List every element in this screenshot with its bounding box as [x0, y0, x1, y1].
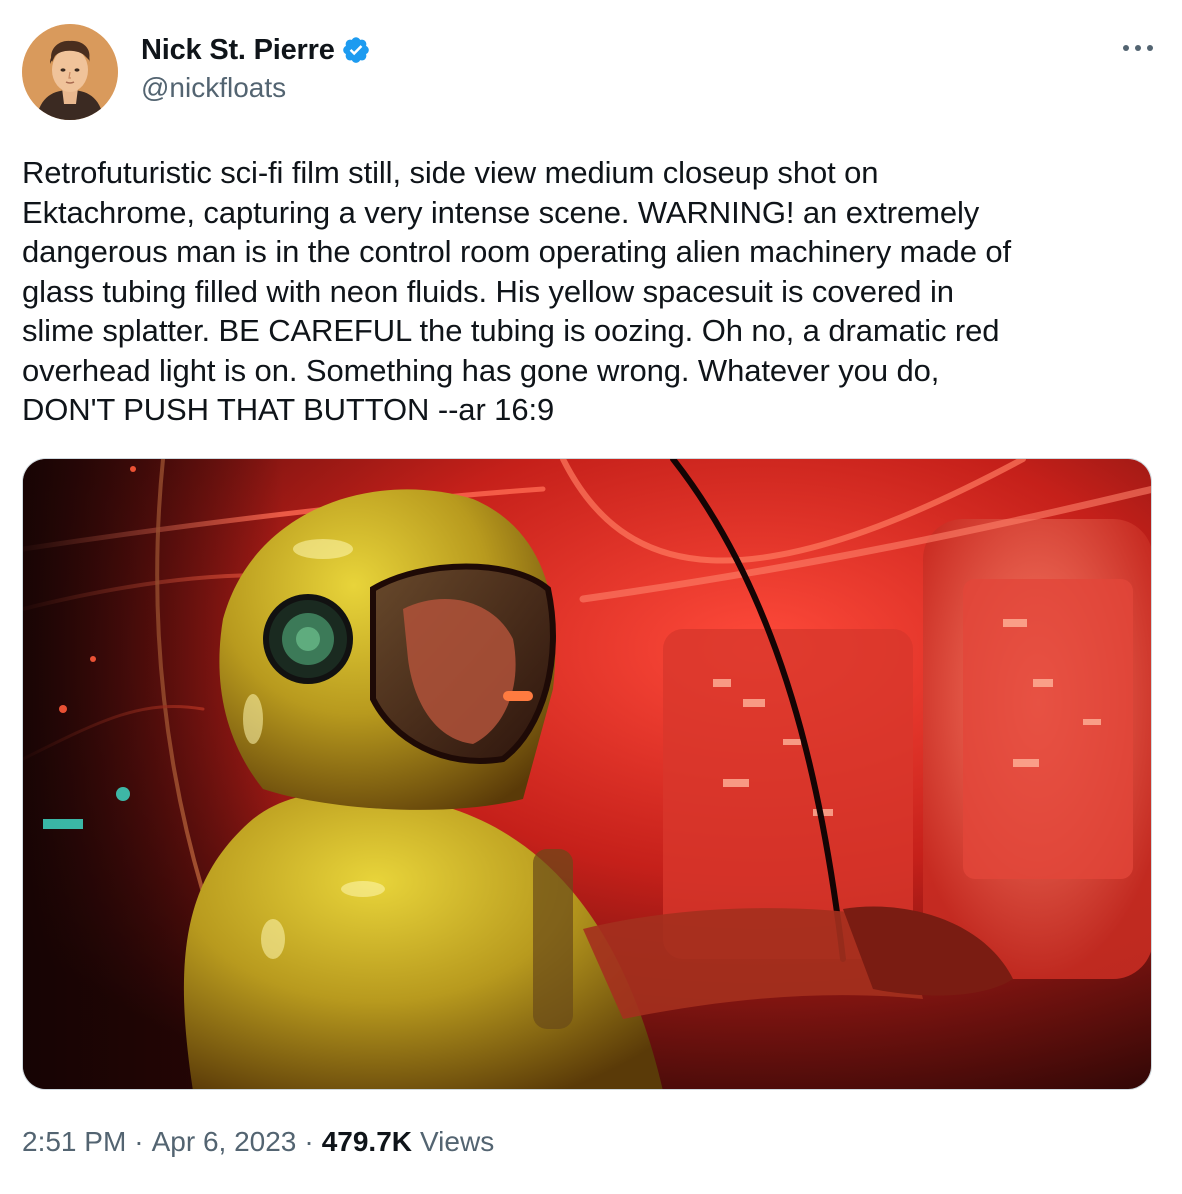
views-count[interactable]: 479.7K [322, 1126, 412, 1158]
meta-separator: · [134, 1126, 144, 1157]
tweet-media-image[interactable] [22, 458, 1152, 1090]
tweet-metadata: 2:51 PM · Apr 6, 2023 · 479.7K Views [22, 1126, 494, 1158]
author-info: Nick St. Pierre @nickfloats [141, 30, 371, 104]
media-artwork [23, 459, 1151, 1089]
tweet-time-link[interactable]: 2:51 PM [22, 1126, 126, 1158]
more-dots-icon [1123, 45, 1153, 51]
display-name-row: Nick St. Pierre [141, 30, 371, 70]
avatar-illustration [22, 24, 118, 120]
display-name[interactable]: Nick St. Pierre [141, 34, 335, 67]
tweet-date-link[interactable]: Apr 6, 2023 [152, 1126, 297, 1158]
author-handle[interactable]: @nickfloats [141, 72, 371, 104]
views-label: Views [420, 1126, 495, 1157]
verified-badge-icon[interactable] [341, 35, 371, 65]
more-options-button[interactable] [1116, 32, 1160, 64]
avatar[interactable] [22, 24, 118, 120]
tweet-card: Nick St. Pierre @nickfloats Retrofuturis… [0, 0, 1182, 1194]
tweet-text: Retrofuturistic sci-fi film still, side … [22, 155, 1011, 427]
meta-separator: · [304, 1126, 314, 1157]
